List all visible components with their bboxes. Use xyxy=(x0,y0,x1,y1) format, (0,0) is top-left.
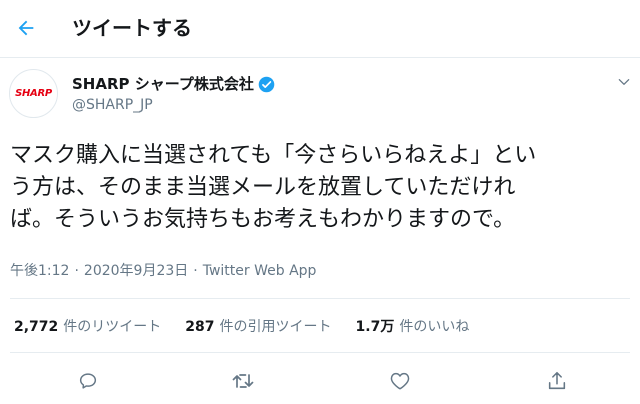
retweets-stat[interactable]: 2,772 件のリツイート xyxy=(14,318,161,336)
meta-separator: · xyxy=(74,263,79,279)
more-options-button[interactable] xyxy=(614,72,634,92)
share-icon xyxy=(548,371,566,390)
likes-label: 件のいいね xyxy=(399,319,470,335)
tweet-text: マスク購入に当選されても「今さらいらねえよ」とい う方は、そのまま当選メールを放… xyxy=(10,140,626,236)
quotes-label: 件の引用ツイート xyxy=(219,319,332,335)
page-title: ツイートする xyxy=(72,16,192,40)
share-button[interactable] xyxy=(542,366,572,396)
likes-stat[interactable]: 1.7万 件のいいね xyxy=(356,318,470,336)
tweet-text-line: う方は、そのまま当選メールを放置していただけれ xyxy=(10,175,516,200)
display-name[interactable]: SHARP シャープ株式会社 xyxy=(72,74,254,94)
retweets-count: 2,772 xyxy=(14,319,59,335)
user-name-row: SHARP シャープ株式会社 xyxy=(72,74,275,94)
tweet-actions xyxy=(0,366,640,396)
meta-separator: · xyxy=(193,263,198,279)
quotes-count: 287 xyxy=(185,319,215,335)
back-button[interactable] xyxy=(10,12,42,44)
arrow-left-icon xyxy=(18,20,34,36)
tweet-text-line: マスク購入に当選されても「今さらいらねえよ」とい xyxy=(10,143,537,168)
divider xyxy=(10,298,630,299)
page-header: ツイートする xyxy=(0,0,640,58)
like-button[interactable] xyxy=(385,366,415,396)
likes-count: 1.7万 xyxy=(355,319,395,335)
retweet-button[interactable] xyxy=(228,366,258,396)
brand-logo: SHARP xyxy=(15,88,52,99)
reply-button[interactable] xyxy=(73,366,103,396)
tweet-date[interactable]: 2020年9月23日 xyxy=(84,263,188,279)
retweets-label: 件のリツイート xyxy=(63,319,162,335)
tweet-meta: 午後1:12 · 2020年9月23日 · Twitter Web App xyxy=(10,262,316,280)
tweet-stats: 2,772 件のリツイート 287 件の引用ツイート 1.7万 件のいいね xyxy=(14,318,493,336)
reply-icon xyxy=(79,373,97,389)
avatar[interactable]: SHARP xyxy=(9,69,58,118)
chevron-down-icon xyxy=(618,79,630,85)
tweet-source[interactable]: Twitter Web App xyxy=(203,263,317,279)
tweet-text-line: ば。そういうお気持ちもお考えもわかりますので。 xyxy=(10,207,516,232)
quotes-stat[interactable]: 287 件の引用ツイート xyxy=(185,318,331,336)
retweet-icon xyxy=(232,374,254,388)
verified-badge-icon xyxy=(258,76,275,92)
heart-icon xyxy=(390,372,410,390)
user-handle[interactable]: @SHARP_JP xyxy=(72,96,153,114)
divider xyxy=(10,352,630,353)
tweet-time[interactable]: 午後1:12 xyxy=(10,263,69,279)
